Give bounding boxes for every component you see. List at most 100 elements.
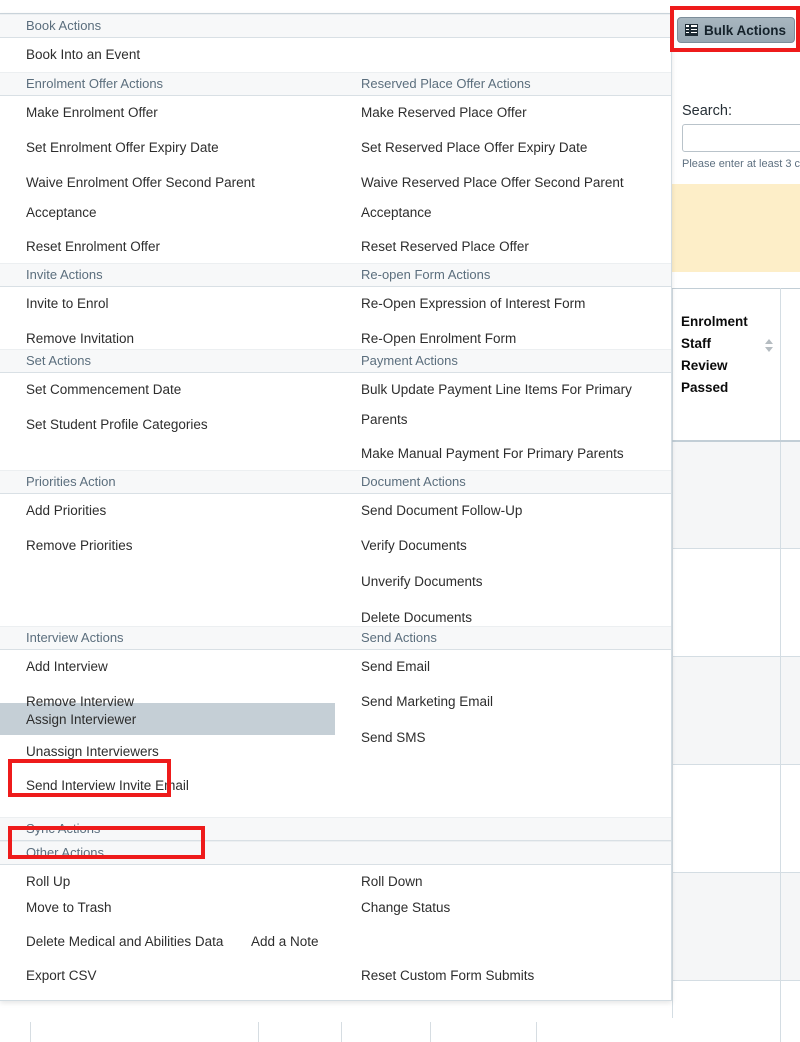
section-rows-priorities-action: Add Priorities Remove Priorities Send Do… bbox=[0, 494, 671, 626]
section-label: Payment Actions bbox=[361, 353, 458, 368]
table-row[interactable] bbox=[673, 981, 800, 1042]
screenshot-root: Bulk Actions Search: Please enter at lea… bbox=[0, 0, 800, 1042]
menu-item-invite-to-enrol[interactable]: Invite to Enrol bbox=[26, 295, 109, 313]
menu-item-assign-interviewer[interactable]: Assign Interviewer bbox=[26, 711, 136, 729]
menu-item-roll-up[interactable]: Roll Up bbox=[26, 873, 70, 891]
menu-item-roll-down[interactable]: Roll Down bbox=[361, 873, 423, 891]
section-label: Enrolment Offer Actions bbox=[26, 76, 163, 91]
table-header-row: EnrolmentStaffReviewPassed bbox=[673, 289, 800, 441]
table-cell bbox=[673, 441, 781, 549]
results-table: EnrolmentStaffReviewPassed bbox=[672, 288, 800, 1042]
section-label: Invite Actions bbox=[26, 267, 103, 282]
section-rows-other-actions: Roll Up Move to Trash Delete Medical and… bbox=[0, 865, 671, 1000]
menu-item-waive-reserved-place-offer-second-parent-acceptance[interactable]: Waive Reserved Place Offer Second Parent bbox=[361, 174, 624, 192]
section-header-interview-actions: Interview Actions Send Actions bbox=[0, 626, 671, 650]
menu-item-waive-enrolment-offer-second-parent-acceptance[interactable]: Waive Enrolment Offer Second Parent bbox=[26, 174, 255, 192]
table-body bbox=[673, 441, 800, 1042]
menu-item-bulk-update-payment-line-items-for-primary-parents-line2[interactable]: Parents bbox=[361, 411, 408, 429]
column-header-enrolment-staff-review-passed[interactable]: EnrolmentStaffReviewPassed bbox=[673, 289, 781, 441]
table-row[interactable] bbox=[673, 549, 800, 657]
bulk-actions-button[interactable]: Bulk Actions bbox=[677, 17, 795, 43]
menu-item-send-interview-invite-email[interactable]: Send Interview Invite Email bbox=[26, 777, 189, 795]
menu-item-reset-custom-form-submits[interactable]: Reset Custom Form Submits bbox=[361, 967, 534, 985]
menu-item-send-email[interactable]: Send Email bbox=[361, 658, 430, 676]
menu-item-set-student-profile-categories[interactable]: Set Student Profile Categories bbox=[26, 416, 208, 434]
menu-item-delete-documents[interactable]: Delete Documents bbox=[361, 609, 472, 627]
section-label: Document Actions bbox=[361, 474, 466, 489]
section-label: Priorities Action bbox=[26, 474, 116, 489]
bottom-table-strip bbox=[0, 1018, 680, 1042]
menu-item-remove-interview[interactable]: Remove Interview bbox=[26, 693, 134, 711]
table-cell bbox=[781, 441, 800, 549]
table-cell bbox=[781, 549, 800, 657]
menu-item-re-open-enrolment-form[interactable]: Re-Open Enrolment Form bbox=[361, 330, 516, 348]
section-label: Send Actions bbox=[361, 630, 437, 645]
section-label: Book Actions bbox=[26, 18, 101, 33]
table-cell bbox=[673, 765, 781, 873]
section-rows-set-actions: Set Commencement Date Set Student Profil… bbox=[0, 373, 671, 470]
table-cell bbox=[673, 549, 781, 657]
menu-item-change-status[interactable]: Change Status bbox=[361, 899, 450, 917]
menu-item-remove-priorities[interactable]: Remove Priorities bbox=[26, 537, 133, 555]
column-header-secondary[interactable] bbox=[781, 289, 800, 441]
section-header-priorities-action: Priorities Action Document Actions bbox=[0, 470, 671, 494]
menu-item-waive-reserved-place-offer-second-parent-acceptance-line2[interactable]: Acceptance bbox=[361, 204, 432, 222]
menu-item-set-reserved-place-offer-expiry-date[interactable]: Set Reserved Place Offer Expiry Date bbox=[361, 139, 587, 157]
section-rows-book-actions: Book Into an Event bbox=[0, 38, 671, 72]
search-hint: Please enter at least 3 c bbox=[682, 158, 800, 170]
menu-item-reset-reserved-place-offer[interactable]: Reset Reserved Place Offer bbox=[361, 238, 529, 256]
section-label: Reserved Place Offer Actions bbox=[361, 76, 531, 91]
menu-item-book-into-an-event[interactable]: Book Into an Event bbox=[26, 46, 140, 64]
table-cell bbox=[673, 873, 781, 981]
section-header-set-actions: Set Actions Payment Actions bbox=[0, 349, 671, 373]
table-row[interactable] bbox=[673, 657, 800, 765]
section-label: Re-open Form Actions bbox=[361, 267, 490, 282]
menu-item-add-interview[interactable]: Add Interview bbox=[26, 658, 108, 676]
table-row[interactable] bbox=[673, 873, 800, 981]
menu-item-set-enrolment-offer-expiry-date[interactable]: Set Enrolment Offer Expiry Date bbox=[26, 139, 219, 157]
menu-item-make-reserved-place-offer[interactable]: Make Reserved Place Offer bbox=[361, 104, 527, 122]
section-header-enrolment-offer-actions: Enrolment Offer Actions Reserved Place O… bbox=[0, 72, 671, 96]
menu-item-re-open-expression-of-interest-form[interactable]: Re-Open Expression of Interest Form bbox=[361, 295, 585, 313]
table-cell bbox=[781, 873, 800, 981]
sort-arrows-icon[interactable] bbox=[765, 339, 774, 353]
menu-item-add-a-note[interactable]: Add a Note bbox=[251, 933, 319, 951]
menu-item-add-priorities[interactable]: Add Priorities bbox=[26, 502, 106, 520]
menu-item-make-enrolment-offer[interactable]: Make Enrolment Offer bbox=[26, 104, 158, 122]
section-header-sync-actions: Sync Actions bbox=[0, 817, 671, 841]
menu-item-remove-invitation[interactable]: Remove Invitation bbox=[26, 330, 134, 348]
menu-item-reset-enrolment-offer[interactable]: Reset Enrolment Offer bbox=[26, 238, 160, 256]
section-header-invite-actions: Invite Actions Re-open Form Actions bbox=[0, 263, 671, 287]
menu-item-waive-enrolment-offer-second-parent-acceptance-line2[interactable]: Acceptance bbox=[26, 204, 97, 222]
menu-item-delete-medical-and-abilities-data[interactable]: Delete Medical and Abilities Data bbox=[26, 933, 223, 951]
grid-list-icon bbox=[685, 24, 698, 36]
bulk-actions-label: Bulk Actions bbox=[704, 23, 786, 38]
menu-item-make-manual-payment-for-primary-parents[interactable]: Make Manual Payment For Primary Parents bbox=[361, 445, 624, 463]
bulk-actions-dropdown: Book Actions Book Into an Event Enrolmen… bbox=[0, 13, 672, 1001]
section-label: Interview Actions bbox=[26, 630, 124, 645]
table-cell bbox=[673, 657, 781, 765]
search-input[interactable] bbox=[682, 124, 800, 152]
menu-item-send-marketing-email[interactable]: Send Marketing Email bbox=[361, 693, 493, 711]
menu-item-export-csv[interactable]: Export CSV bbox=[26, 967, 97, 985]
table-cell bbox=[781, 657, 800, 765]
table-row[interactable] bbox=[673, 441, 800, 549]
section-rows-interview-actions: Add Interview Remove Interview Assign In… bbox=[0, 650, 671, 817]
menu-item-unassign-interviewers[interactable]: Unassign Interviewers bbox=[26, 743, 159, 761]
section-rows-invite-actions: Invite to Enrol Remove Invitation Re-Ope… bbox=[0, 287, 671, 349]
table-row[interactable] bbox=[673, 765, 800, 873]
section-rows-enrolment-offer-actions: Make Enrolment Offer Set Enrolment Offer… bbox=[0, 96, 671, 263]
menu-item-bulk-update-payment-line-items-for-primary-parents[interactable]: Bulk Update Payment Line Items For Prima… bbox=[361, 381, 632, 399]
table-cell bbox=[781, 981, 800, 1042]
section-label: Set Actions bbox=[26, 353, 91, 368]
notice-panel bbox=[672, 184, 800, 272]
menu-item-verify-documents[interactable]: Verify Documents bbox=[361, 537, 467, 555]
menu-item-set-commencement-date[interactable]: Set Commencement Date bbox=[26, 381, 181, 399]
menu-item-send-sms[interactable]: Send SMS bbox=[361, 729, 426, 747]
section-header-book-actions: Book Actions bbox=[0, 14, 671, 38]
section-header-other-actions: Other Actions bbox=[0, 841, 671, 865]
table-cell bbox=[673, 981, 781, 1042]
menu-item-move-to-trash[interactable]: Move to Trash bbox=[26, 899, 112, 917]
menu-item-unverify-documents[interactable]: Unverify Documents bbox=[361, 573, 483, 591]
menu-item-send-document-follow-up[interactable]: Send Document Follow-Up bbox=[361, 502, 522, 520]
